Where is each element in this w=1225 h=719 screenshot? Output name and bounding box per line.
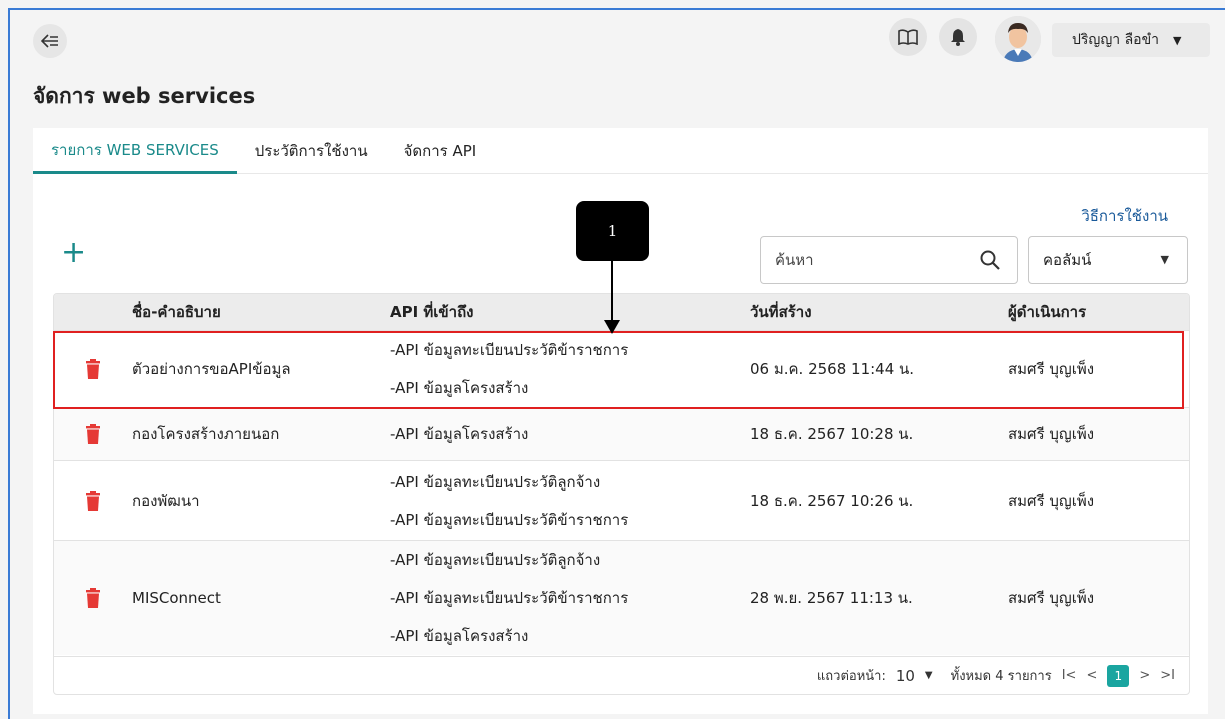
row-created: 18 ธ.ค. 2567 10:28 น.: [750, 425, 914, 443]
collapse-sidebar-button[interactable]: [33, 24, 67, 58]
row-created: 18 ธ.ค. 2567 10:26 น.: [750, 491, 914, 510]
arrow-left-icon: [41, 34, 58, 48]
row-name: MISConnect: [132, 589, 221, 607]
notification-button[interactable]: [939, 18, 977, 56]
tab-web-services[interactable]: รายการ WEB SERVICES: [33, 128, 237, 174]
table-row[interactable]: ตัวอย่างการขอAPIข้อมูล -API ข้อมูลทะเบีย…: [54, 330, 1189, 407]
rows-per-page-label: แถวต่อหน้า:: [816, 669, 886, 684]
manual-button[interactable]: [889, 18, 927, 56]
web-services-table: ชื่อ-คำอธิบาย API ที่เข้าถึง วันที่สร้าง…: [53, 293, 1190, 695]
callout-arrow: [611, 261, 613, 323]
page-title: จัดการ web services: [33, 84, 256, 108]
table-row[interactable]: MISConnect -API ข้อมูลทะเบียนประวัติลูกจ…: [54, 540, 1189, 655]
row-api: -API ข้อมูลทะเบียนประวัติลูกจ้าง: [390, 551, 601, 569]
row-api: -API ข้อมูลทะเบียนประวัติข้าราชการ: [390, 589, 629, 607]
tab-usage-history[interactable]: ประวัติการใช้งาน: [237, 128, 386, 174]
first-page-button[interactable]: I<: [1062, 668, 1077, 683]
row-name: กองโครงสร้างภายนอก: [132, 425, 280, 443]
header-api[interactable]: API ที่เข้าถึง: [390, 300, 750, 324]
trash-icon[interactable]: [85, 490, 101, 511]
caret-down-icon: ▼: [1173, 33, 1182, 47]
user-avatar-icon: [995, 16, 1041, 62]
last-page-button[interactable]: >I: [1160, 668, 1175, 683]
trash-icon[interactable]: [85, 588, 101, 608]
header-created[interactable]: วันที่สร้าง: [750, 300, 1008, 324]
column-select[interactable]: คอลัมน์ ▼: [1028, 236, 1188, 284]
book-icon: [898, 29, 918, 45]
tab-bar: รายการ WEB SERVICES ประวัติการใช้งาน จัด…: [33, 128, 1208, 174]
header-name[interactable]: ชื่อ-คำอธิบาย: [132, 300, 390, 324]
caret-down-icon: ▼: [1160, 253, 1169, 266]
row-created: 28 พ.ย. 2567 11:13 น.: [750, 589, 913, 607]
row-operator: สมศรี บุญเพ็ง: [1008, 360, 1095, 378]
row-api: -API ข้อมูลทะเบียนประวัติข้าราชการ: [390, 341, 629, 359]
row-name: ตัวอย่างการขอAPIข้อมูล: [132, 360, 291, 378]
row-api: -API ข้อมูลโครงสร้าง: [390, 627, 529, 645]
tab-manage-api[interactable]: จัดการ API: [386, 128, 495, 174]
pagination: แถวต่อหน้า: 10 ▼ ทั้งหมด 4 รายการ I< < 1…: [54, 656, 1189, 694]
table-row[interactable]: กองโครงสร้างภายนอก -API ข้อมูลโครงสร้าง …: [54, 407, 1189, 460]
row-api: -API ข้อมูลโครงสร้าง: [390, 379, 529, 397]
search-input[interactable]: [775, 251, 965, 269]
help-link[interactable]: วิธีการใช้งาน: [1081, 204, 1168, 228]
header-operator[interactable]: ผู้ดำเนินการ: [1008, 300, 1188, 324]
add-button[interactable]: +: [61, 238, 86, 268]
row-operator: สมศรี บุญเพ็ง: [1008, 491, 1095, 510]
row-operator: สมศรี บุญเพ็ง: [1008, 425, 1095, 443]
next-page-button[interactable]: >: [1139, 668, 1150, 683]
row-api: -API ข้อมูลทะเบียนประวัติลูกจ้าง: [390, 472, 601, 491]
table-header: ชื่อ-คำอธิบาย API ที่เข้าถึง วันที่สร้าง…: [54, 294, 1189, 330]
row-operator: สมศรี บุญเพ็ง: [1008, 589, 1095, 607]
bell-icon: [951, 29, 965, 46]
current-page-button[interactable]: 1: [1107, 664, 1130, 687]
row-name: กองพัฒนา: [132, 491, 200, 510]
rows-per-page-select[interactable]: 10: [896, 667, 915, 685]
user-menu[interactable]: ปริญญา ลือขำ ▼: [1052, 23, 1210, 57]
row-api: -API ข้อมูลทะเบียนประวัติข้าราชการ: [390, 510, 629, 529]
callout-badge: 1: [576, 201, 649, 261]
row-api: -API ข้อมูลโครงสร้าง: [390, 425, 529, 443]
user-name: ปริญญา ลือขำ: [1072, 32, 1159, 48]
prev-page-button[interactable]: <: [1086, 668, 1097, 683]
avatar[interactable]: [995, 16, 1041, 62]
column-select-label: คอลัมน์: [1043, 251, 1092, 269]
arrow-down-icon: [604, 320, 620, 334]
row-created: 06 ม.ค. 2568 11:44 น.: [750, 360, 915, 378]
table-row[interactable]: กองพัฒนา -API ข้อมูลทะเบียนประวัติลูกจ้า…: [54, 460, 1189, 540]
caret-down-icon[interactable]: ▼: [925, 670, 933, 681]
search-box: [760, 236, 1018, 284]
trash-icon[interactable]: [85, 359, 101, 379]
total-count: ทั้งหมด 4 รายการ: [950, 669, 1052, 684]
trash-icon[interactable]: [85, 424, 101, 444]
search-icon[interactable]: [979, 249, 1001, 271]
